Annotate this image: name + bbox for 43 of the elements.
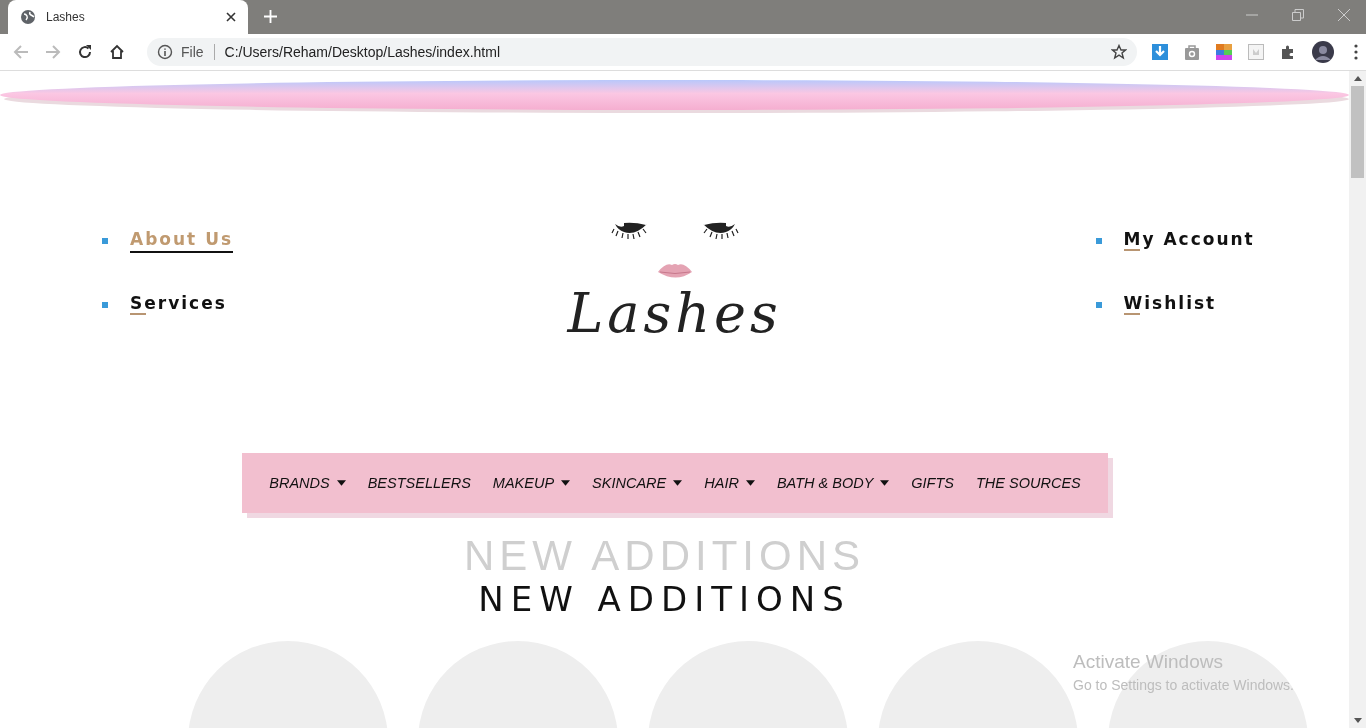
close-icon[interactable] xyxy=(226,12,236,22)
bullet-icon xyxy=(102,302,108,308)
reload-icon[interactable] xyxy=(77,44,93,60)
scrollbar[interactable] xyxy=(1349,71,1366,728)
nav-link[interactable]: My Account xyxy=(1123,229,1255,253)
scroll-down-icon[interactable] xyxy=(1353,718,1362,723)
caret-icon xyxy=(673,480,683,486)
menu-icon[interactable] xyxy=(1354,44,1358,60)
home-icon[interactable] xyxy=(109,44,125,60)
scroll-up-icon[interactable] xyxy=(1353,76,1362,81)
logo-text: Lashes xyxy=(567,284,782,344)
menu-item[interactable]: THE SOURCES xyxy=(976,475,1081,491)
caret-icon xyxy=(880,480,890,486)
menu-item[interactable]: MAKEUP xyxy=(492,475,571,491)
menu-item[interactable]: SKINCARE xyxy=(592,475,683,491)
caret-icon xyxy=(745,480,755,486)
nav-link[interactable]: Wishlist xyxy=(1123,293,1217,317)
address-field[interactable]: C:/Users/Reham/Desktop/Lashes/index.html xyxy=(224,44,1103,60)
bullet-icon xyxy=(1095,302,1102,308)
color-grid-icon[interactable] xyxy=(1216,44,1232,60)
menu-item[interactable]: BATH & BODY xyxy=(776,475,890,491)
tab-title: Lashes xyxy=(46,10,86,24)
menu-item[interactable]: BESTSELLERS xyxy=(367,475,471,491)
address-label: File xyxy=(181,44,204,60)
bullet-icon xyxy=(1095,238,1102,244)
caret-icon xyxy=(336,480,346,486)
avatar-icon[interactable] xyxy=(1312,41,1334,63)
star-icon[interactable] xyxy=(1111,44,1127,60)
scrollbar-thumb[interactable] xyxy=(1351,86,1364,178)
puzzle-icon[interactable] xyxy=(1280,44,1296,60)
section-heading: NEW ADDITIONS xyxy=(478,579,851,619)
nav-link[interactable]: Services xyxy=(130,293,227,317)
restore-icon[interactable] xyxy=(1292,9,1304,21)
browser-tab[interactable]: Lashes xyxy=(8,0,248,34)
menu-item[interactable]: HAIR xyxy=(704,475,755,491)
new-tab-icon[interactable] xyxy=(264,10,277,23)
download-icon[interactable] xyxy=(1152,44,1168,60)
bullet-icon xyxy=(102,238,108,244)
info-icon[interactable] xyxy=(157,44,173,60)
activation-title: Activate Windows xyxy=(1073,651,1224,673)
caret-icon xyxy=(561,480,571,486)
menu-item[interactable]: GIFTS xyxy=(911,475,954,491)
menu-item[interactable]: BRANDS xyxy=(269,475,346,491)
